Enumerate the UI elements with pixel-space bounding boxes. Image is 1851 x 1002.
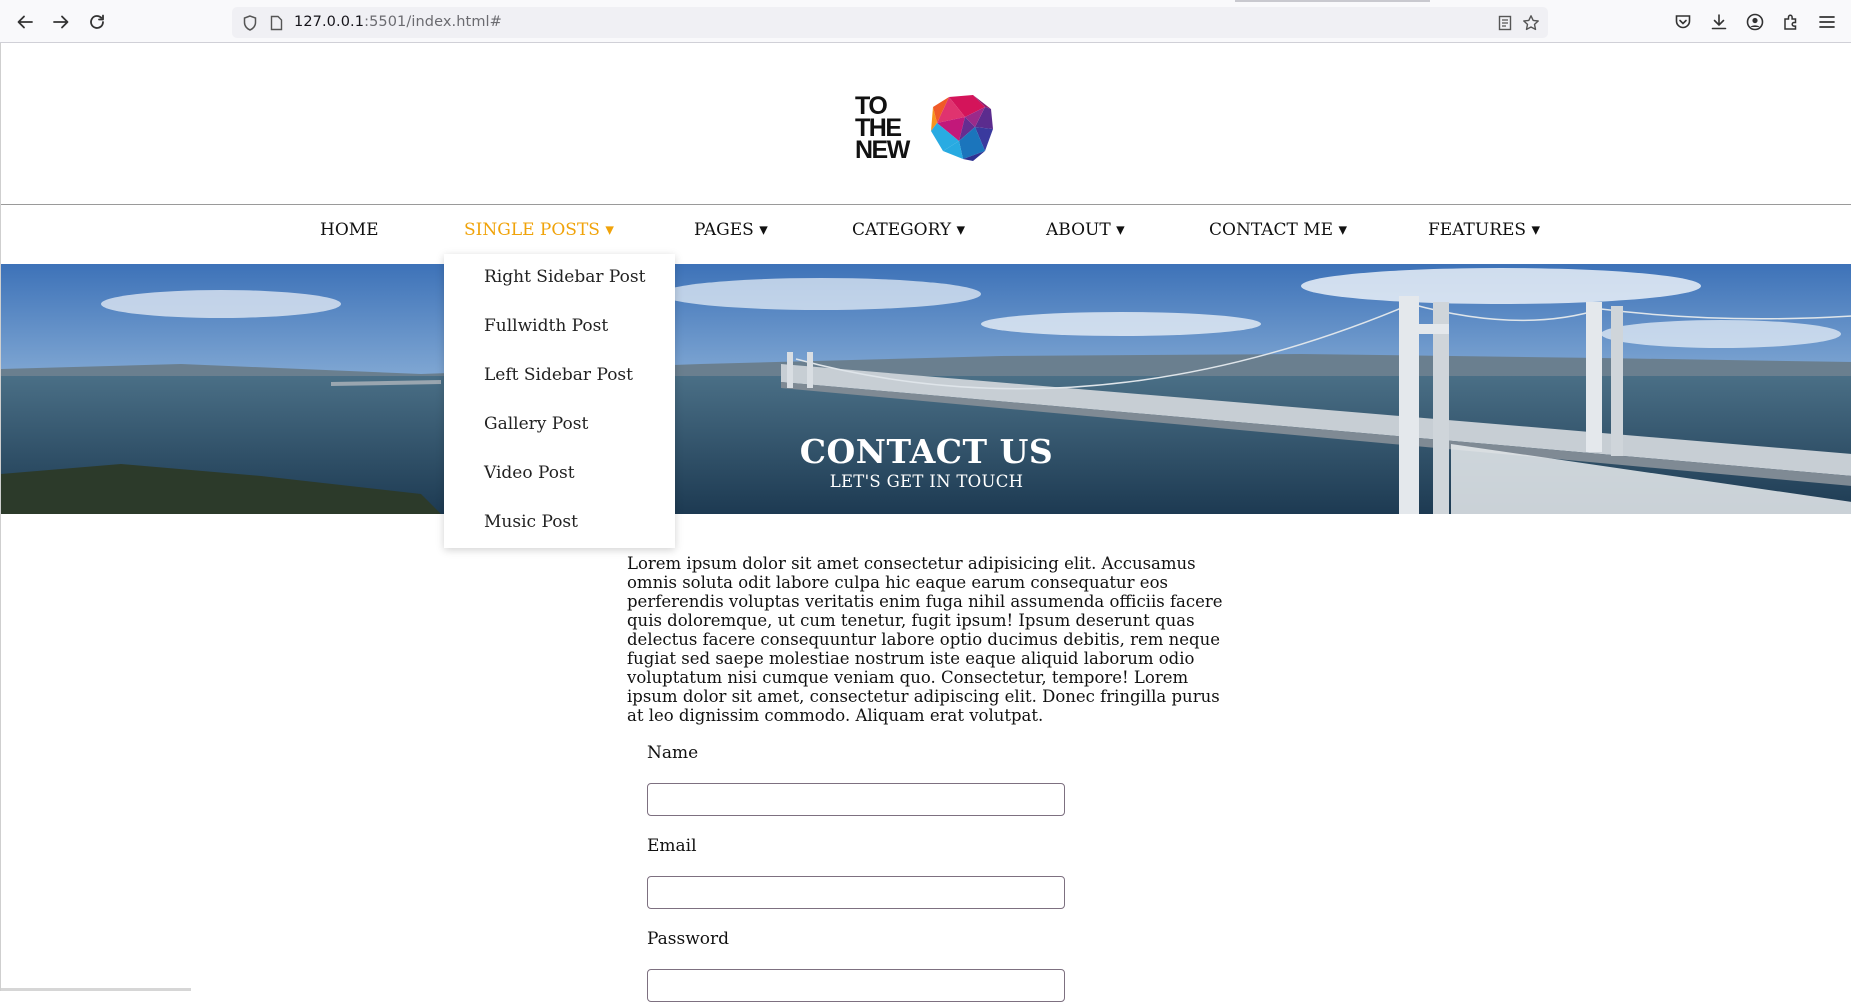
- nav-features[interactable]: FEATURES ▾: [1428, 220, 1540, 240]
- password-label: Password: [647, 929, 730, 949]
- dropdown-item-fullwidth-post[interactable]: Fullwidth Post: [484, 316, 608, 336]
- dropdown-item-left-sidebar-post[interactable]: Left Sidebar Post: [484, 365, 633, 385]
- logo-line-3: NEW: [855, 136, 910, 164]
- hero-subtitle: LET'S GET IN TOUCH: [829, 472, 1024, 491]
- nav-single-posts[interactable]: SINGLE POSTS ▾: [464, 220, 614, 240]
- dropdown-item-gallery-post[interactable]: Gallery Post: [484, 414, 588, 434]
- forward-arrow-icon[interactable]: [46, 8, 76, 36]
- url-path: :5501/index.html#: [364, 14, 502, 30]
- nav-pages[interactable]: PAGES ▾: [694, 220, 768, 240]
- browser-toolbar: 127.0.0.1:5501/index.html#: [0, 0, 1851, 43]
- url-host: 127.0.0.1: [294, 14, 365, 30]
- site-logo[interactable]: TO THE NEW: [855, 93, 995, 171]
- name-label: Name: [647, 743, 699, 763]
- password-field[interactable]: [647, 969, 1065, 1002]
- nav-category[interactable]: CATEGORY ▾: [852, 220, 965, 240]
- single-posts-dropdown-menu: Right Sidebar Post Fullwidth Post Left S…: [444, 254, 675, 548]
- email-label: Email: [647, 836, 697, 856]
- url-bar[interactable]: 127.0.0.1:5501/index.html#: [232, 7, 1548, 38]
- logo-wordmark: TO THE NEW: [855, 94, 910, 164]
- dropdown-item-right-sidebar-post[interactable]: Right Sidebar Post: [484, 267, 645, 287]
- intro-paragraph: Lorem ipsum dolor sit amet consectetur a…: [627, 554, 1223, 725]
- main-navigation: HOME SINGLE POSTS ▾ PAGES ▾ CATEGORY ▾ A…: [1, 205, 1851, 263]
- account-icon[interactable]: [1740, 8, 1770, 36]
- web-page: TO THE NEW HOME SINGLE POSTS ▾ PAGES ▾ C…: [0, 43, 1851, 1002]
- tab-strip-indicator: [1235, 0, 1430, 2]
- name-field[interactable]: [647, 783, 1065, 816]
- email-field[interactable]: [647, 876, 1065, 909]
- logo-gem-icon: [931, 95, 993, 161]
- reader-view-icon[interactable]: [1495, 13, 1515, 33]
- url-text[interactable]: 127.0.0.1:5501/index.html#: [294, 14, 502, 30]
- back-arrow-icon[interactable]: [10, 8, 40, 36]
- page-icon[interactable]: [266, 13, 286, 33]
- download-icon[interactable]: [1704, 8, 1734, 36]
- pocket-icon[interactable]: [1668, 8, 1698, 36]
- extensions-icon[interactable]: [1776, 8, 1806, 36]
- reload-icon[interactable]: [82, 8, 112, 36]
- hero-title: CONTACT US: [799, 432, 1054, 471]
- hamburger-menu-icon[interactable]: [1812, 8, 1842, 36]
- nav-about[interactable]: ABOUT ▾: [1046, 220, 1125, 240]
- dropdown-item-video-post[interactable]: Video Post: [484, 463, 575, 483]
- dropdown-item-music-post[interactable]: Music Post: [484, 512, 578, 532]
- nav-contact-me[interactable]: CONTACT ME ▾: [1209, 220, 1347, 240]
- star-icon[interactable]: [1521, 13, 1541, 33]
- nav-home[interactable]: HOME: [320, 220, 379, 240]
- shield-icon[interactable]: [240, 13, 260, 33]
- hero-banner: CONTACT US LET'S GET IN TOUCH: [1, 264, 1851, 514]
